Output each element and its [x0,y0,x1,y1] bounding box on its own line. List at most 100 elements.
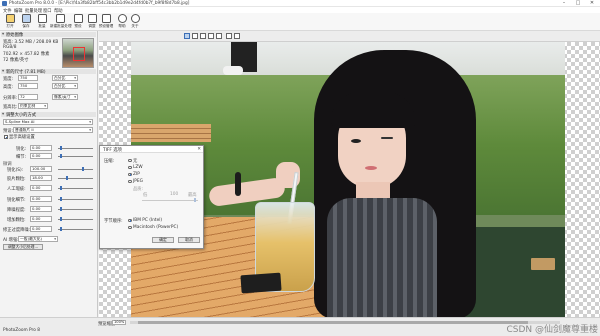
height-input[interactable]: 750 [18,83,38,89]
help-icon [117,14,127,23]
tweak-row-input[interactable]: 0.00 [30,185,52,191]
chevron-down-icon: ▾ [74,75,76,80]
tweak-row-slider[interactable] [58,197,93,201]
chevron-down-icon: ▾ [2,32,5,37]
save-icon [21,14,31,23]
dialog-titlebar: TIFF 选项 ✕ [100,146,203,153]
tweak-row-label: 增加颗粒: [7,218,26,223]
height-label: 高度: [3,85,14,90]
chevron-down-icon: ▾ [74,83,76,88]
adv-row-input[interactable]: 0.00 [30,153,52,159]
main-toolbar: 打开 保存 批量 新建批量处理 预设 调整 预设管理 帮助 关于 [0,13,600,31]
quality-slider[interactable] [142,198,198,202]
single-view-icon[interactable] [184,33,190,39]
tweak-row-label: 降噪程度: [7,208,26,213]
batch-button[interactable]: 批量 [34,14,50,30]
preset-select[interactable]: 普通照片 II ▾ [13,127,93,133]
preset-manager-icon [101,14,111,23]
adv-row-label: 锐化: [16,147,27,152]
compress-none-radio[interactable] [128,158,132,162]
tweak-row-slider[interactable] [58,176,93,180]
split-vertical-icon[interactable] [192,33,198,39]
method-section-header[interactable]: ▾ 调整大小的方式 [1,112,96,118]
tiff-options-dialog: TIFF 选项 ✕ 压缩: 无 LZW ZIP JPEG 品质: 低 100 最… [99,145,204,249]
method-select[interactable]: S-Spline Max AI ▾ [3,119,93,125]
byte-order-mac-radio[interactable] [128,225,132,229]
quality-mid-label: 100 [170,192,179,197]
byte-order-intel-radio[interactable] [128,218,132,222]
resolution-input[interactable]: 72 [18,94,38,100]
dual-view-icon[interactable] [208,33,214,39]
advanced-settings-label: 显示高级设置 [9,135,35,140]
preset-icon [73,14,83,23]
source-section-header[interactable]: ▾ 原始图像 [1,32,96,38]
compress-zip-radio[interactable] [128,172,132,176]
adv-row-input[interactable]: 0.00 [30,145,52,151]
resolution-label: 分辨率: [3,96,18,101]
byte-order-mac-label: Macintosh (PowerPC) [133,225,179,230]
adjust-icon [87,14,97,23]
source-info-mode: RGB/8 [3,45,17,50]
chevron-down-icon: ▾ [44,103,46,108]
adv-row-slider[interactable] [58,154,93,158]
compress-lzw-label: LZW [133,165,143,170]
maximize-button[interactable]: □ [571,0,585,7]
tweak-row-input[interactable]: 18.00 [30,175,52,181]
view-toolbar [99,31,600,42]
info-icon [130,14,140,23]
aspect-select[interactable]: 约束比例 ▾ [18,103,48,109]
window-title: PhotoZoom Pro 8.0.0 - [E:\Pic\f4a3fb82bf… [9,0,190,6]
watermark-text: CSDN @仙剑魔尊重楼 [506,325,598,335]
adv-row-slider[interactable] [58,146,93,150]
title-bar: PhotoZoom Pro 8.0.0 - [E:\Pic\f4a3fb82bf… [0,0,600,7]
app-logo-icon [2,1,7,6]
tweak-row-input[interactable]: 0.00 [30,216,52,222]
navigator-thumbnail[interactable] [62,38,94,68]
minimize-button[interactable]: – [557,0,571,7]
width-input[interactable]: 750 [18,75,38,81]
compress-jpeg-radio[interactable] [128,179,132,183]
hand-tool-icon[interactable] [226,33,232,39]
tweak-row-input[interactable]: 0.00 [30,226,52,232]
compress-lzw-radio[interactable] [128,165,132,169]
ai-enhance-select[interactable]: 一般(最大化) ▾ [18,236,58,242]
ok-button[interactable]: 确定 [152,237,174,243]
tweak-row-slider[interactable] [58,167,93,171]
tweak-row-label: 锐化细节: [7,198,26,203]
cancel-button[interactable]: 取消 [178,237,200,243]
save-button[interactable]: 保存 [18,14,34,30]
open-folder-icon [5,14,15,23]
height-unit-select[interactable]: 百分比 ▾ [52,83,78,89]
horizontal-scrollbar[interactable] [130,321,560,324]
tweak-row-input[interactable]: 0.00 [30,196,52,202]
tweak-row-slider[interactable] [58,207,93,211]
width-unit-select[interactable]: 百分比 ▾ [52,75,78,81]
compress-zip-label: ZIP [133,172,140,177]
byte-order-intel-label: IBM PC (Intel) [133,218,163,223]
zoom-tool-icon[interactable] [234,33,240,39]
post-resize-button[interactable]: 调整大小后处理... [3,244,43,250]
resolution-unit-select[interactable]: 像素/英寸 ▾ [52,94,78,100]
quality-label: 品质: [133,187,144,192]
zoom-input[interactable]: 100% [112,320,126,325]
advanced-settings-checkbox[interactable] [4,135,8,139]
split-horizontal-icon[interactable] [200,33,206,39]
new-size-section-header[interactable]: ▾ 新的尺寸 (7.81 MB) [1,69,96,75]
view-rectangle[interactable] [73,47,85,61]
tweak-row-slider[interactable] [58,227,93,231]
preset-manager-button[interactable]: 预设管理 [98,14,114,30]
compress-none-label: 无 [133,159,138,164]
original-view-icon[interactable] [216,33,222,39]
app-name-status: PhotoZoom Pro 8 [3,328,40,333]
about-button[interactable]: 关于 [127,14,143,30]
tweak-row-input[interactable]: 0.00 [30,206,52,212]
tweak-row-slider[interactable] [58,217,93,221]
new-batch-button[interactable]: 新建批量处理 [50,14,72,30]
close-button[interactable]: ✕ [585,0,599,7]
tweak-row-input[interactable]: 100.00 [30,166,52,172]
chevron-down-icon: ▾ [54,236,56,241]
tweak-row-slider[interactable] [58,186,93,190]
close-icon[interactable]: ✕ [197,147,201,152]
open-button[interactable]: 打开 [2,14,18,30]
batch-icon [37,14,47,23]
